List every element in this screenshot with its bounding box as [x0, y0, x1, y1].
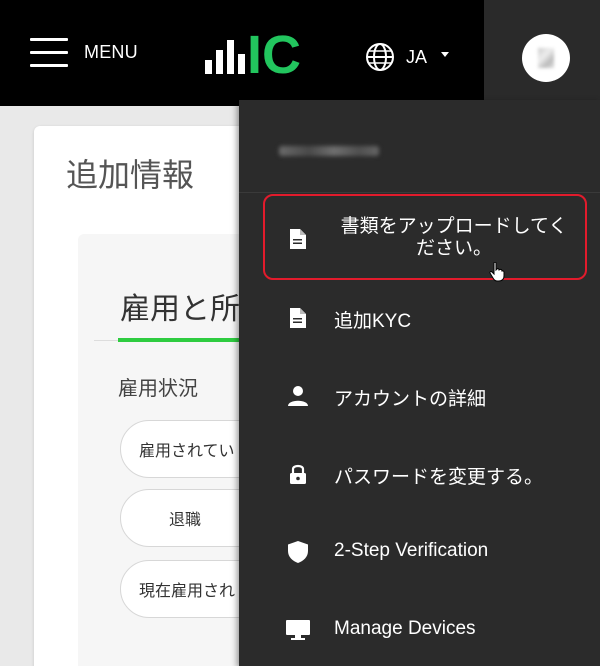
menu-label[interactable]: MENU	[84, 42, 138, 63]
menu-item-upload-documents[interactable]: 書類をアップロードしてください。	[239, 210, 600, 266]
menu-item-label: 2-Step Verification	[334, 540, 489, 561]
employment-status-label: 雇用状況	[118, 376, 198, 400]
menu-item-manage-devices[interactable]: Manage Devices	[239, 608, 600, 652]
dropdown-divider	[239, 192, 600, 193]
menu-item-change-password[interactable]: パスワードを変更する。	[239, 452, 600, 496]
user-icon	[285, 383, 311, 409]
menu-item-label: パスワードを変更する。	[334, 467, 544, 488]
document-icon	[285, 226, 311, 252]
menu-item-account-details[interactable]: アカウントの詳細	[239, 374, 600, 418]
section-title: 雇用と所	[120, 292, 240, 327]
menu-item-label: アカウントの詳細	[334, 389, 487, 410]
shield-icon	[285, 539, 311, 565]
globe-icon	[366, 43, 394, 71]
top-navbar: MENU IC JA	[0, 0, 484, 106]
user-email-redacted	[279, 146, 379, 156]
active-tab-underline	[118, 338, 244, 342]
account-dropdown-menu: 書類をアップロードしてください。 追加KYC アカウントの詳細 パスワードを変更…	[239, 100, 600, 666]
mouse-pointer-icon	[489, 262, 505, 282]
document-icon	[285, 305, 311, 331]
page-title: 追加情報	[66, 156, 195, 194]
hamburger-menu-icon[interactable]	[30, 38, 68, 68]
language-code: JA	[406, 46, 428, 67]
menu-item-additional-kyc[interactable]: 追加KYC	[239, 296, 600, 340]
language-selector[interactable]: JA	[364, 40, 450, 74]
avatar-image	[538, 48, 554, 68]
menu-item-label: Manage Devices	[334, 618, 476, 639]
menu-item-label: 追加KYC	[334, 311, 412, 332]
logo-text: IC	[247, 28, 301, 74]
menu-item-label: 書類をアップロードしてください。	[340, 216, 568, 259]
monitor-icon	[285, 617, 311, 643]
menu-item-two-step-verification[interactable]: 2-Step Verification	[239, 530, 600, 574]
brand-logo[interactable]: IC	[205, 28, 315, 74]
chevron-down-icon	[441, 51, 450, 57]
lock-icon	[285, 461, 311, 487]
avatar[interactable]	[522, 34, 570, 82]
